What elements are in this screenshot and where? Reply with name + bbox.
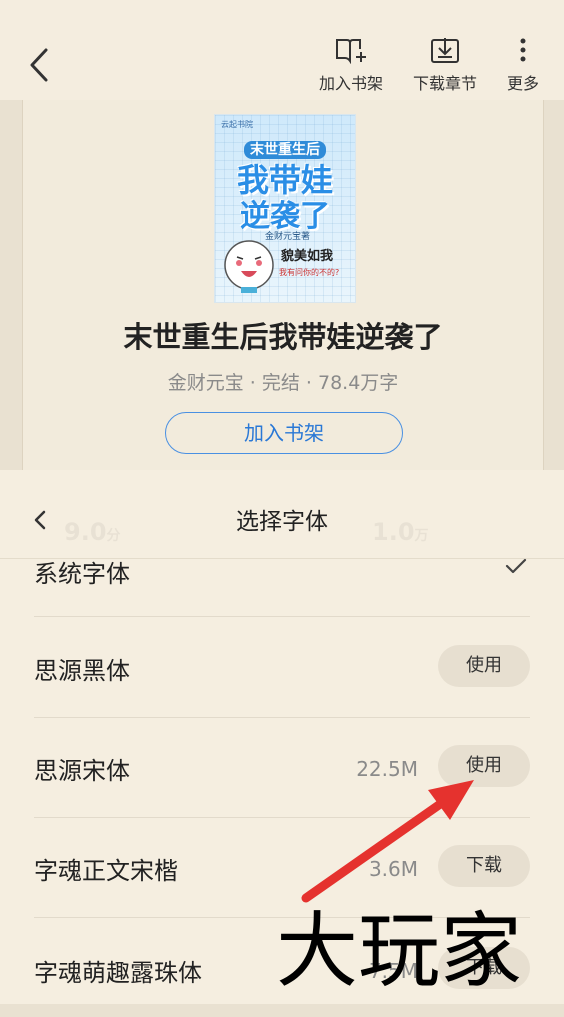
cover-slogan-2: 我有问你的不的? xyxy=(279,268,340,277)
top-bar: 加入书架 下载章节 更多 xyxy=(0,0,564,100)
use-font-button[interactable]: 使用 xyxy=(438,645,530,687)
font-file-size: 22.5M xyxy=(356,757,418,781)
font-name: 字魂正文宋楷 xyxy=(34,857,178,885)
font-row-source-han-sans[interactable]: 思源黑体 使用 xyxy=(34,617,530,718)
cartoon-character-illustration xyxy=(224,240,274,293)
more-action[interactable]: 更多 xyxy=(498,36,548,96)
download-chapters-action[interactable]: 下载章节 xyxy=(412,36,478,96)
book-info-section: 云起书院 末世重生后 我带娃 逆袭了 金财元宝著 貌美如我 我有问你的不的? 末… xyxy=(0,100,564,472)
download-font-button[interactable]: 下载 xyxy=(438,845,530,887)
font-name: 系统字体 xyxy=(34,560,130,588)
sheet-title: 选择字体 xyxy=(236,509,328,535)
meta-separator: · xyxy=(243,372,262,394)
font-file-size: 3.6M xyxy=(368,857,418,881)
cover-logo: 云起书院 xyxy=(221,120,253,129)
book-plus-icon xyxy=(336,39,366,64)
add-to-shelf-action[interactable]: 加入书架 xyxy=(318,36,384,96)
cover-author-suffix: 著 xyxy=(301,232,311,242)
cover-slogan-1: 貌美如我 xyxy=(281,249,334,264)
font-name: 思源宋体 xyxy=(34,757,130,785)
font-row-source-han-serif[interactable]: 思源宋体 22.5M 使用 xyxy=(34,717,530,818)
use-font-button[interactable]: 使用 xyxy=(438,745,530,787)
back-button[interactable] xyxy=(22,40,56,90)
book-word-count: 78.4万字 xyxy=(317,372,399,394)
check-icon xyxy=(505,558,527,574)
book-card: 云起书院 末世重生后 我带娃 逆袭了 金财元宝著 貌美如我 我有问你的不的? 末… xyxy=(22,100,544,472)
book-cover[interactable]: 云起书院 末世重生后 我带娃 逆袭了 金财元宝著 貌美如我 我有问你的不的? xyxy=(214,114,356,303)
book-status: 完结 xyxy=(261,372,300,394)
more-label: 更多 xyxy=(506,74,539,93)
font-name: 字魂萌趣露珠体 xyxy=(34,959,202,987)
book-title: 末世重生后我带娃逆袭了 xyxy=(123,320,443,354)
font-row-zihun-songkai[interactable]: 字魂正文宋楷 3.6M 下载 xyxy=(34,817,530,918)
download-chapters-label: 下载章节 xyxy=(412,74,477,93)
back-chevron-icon xyxy=(30,48,48,82)
more-vertical-icon xyxy=(520,38,526,62)
download-box-icon xyxy=(431,38,459,63)
meta-separator: · xyxy=(299,372,318,394)
watermark-text: 大玩家 xyxy=(276,904,523,999)
sheet-header: 9.0分 1.0万 选择字体 xyxy=(0,470,564,559)
font-name: 思源黑体 xyxy=(34,657,130,685)
add-to-shelf-label: 加入书架 xyxy=(318,74,383,93)
book-author: 金财元宝 xyxy=(167,372,244,394)
add-to-shelf-button[interactable]: 加入书架 xyxy=(165,412,403,454)
font-row-system[interactable]: 系统字体 xyxy=(34,558,530,617)
book-meta: 金财元宝 · 完结 · 78.4万字 xyxy=(23,368,543,395)
